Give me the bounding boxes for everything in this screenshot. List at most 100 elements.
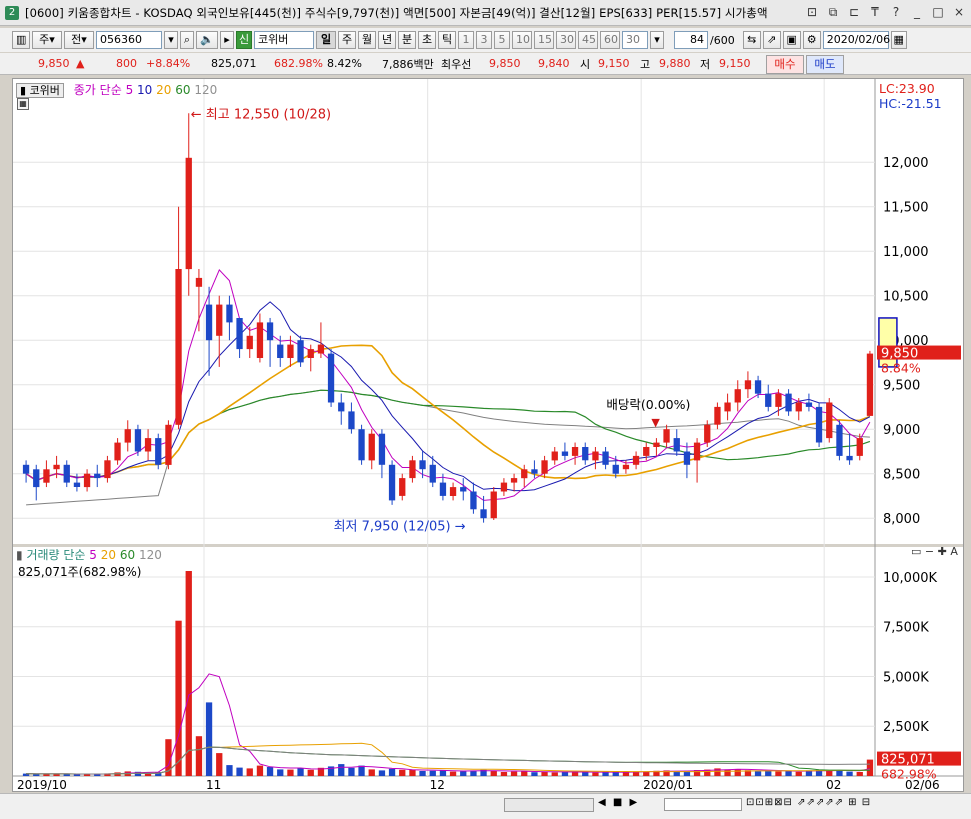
- candle-down: [439, 482, 447, 496]
- maximize-icon[interactable]: □: [930, 4, 946, 20]
- save-icon[interactable]: ▣: [782, 31, 801, 49]
- high-label: 고: [640, 57, 651, 71]
- volume-bar: [500, 772, 508, 776]
- speaker-icon[interactable]: 🔈: [196, 31, 218, 49]
- scrollbar[interactable]: [504, 798, 594, 812]
- dividend-arrow-icon: ▼: [651, 416, 660, 429]
- min-3[interactable]: 3: [476, 31, 492, 49]
- calendar-icon[interactable]: ▦: [890, 31, 907, 49]
- candle-up: [826, 402, 833, 439]
- candle-down: [561, 451, 569, 456]
- candle-up: [368, 433, 375, 461]
- tab-month[interactable]: 월: [358, 31, 376, 49]
- view-tools[interactable]: ⊡⊡⊞⊠⊟ ⇗⇗⇗⇗⇗ ⊞ ⊟: [746, 797, 871, 808]
- interval-dropdown-icon[interactable]: ▾: [650, 31, 664, 49]
- date-input[interactable]: 2020/02/06: [822, 31, 890, 49]
- candle-up: [124, 429, 131, 443]
- vol-ma60-line: [26, 746, 870, 775]
- volume-bar: [826, 770, 833, 776]
- window-pin-icon[interactable]: ⊏: [846, 4, 862, 20]
- tab-tick[interactable]: 틱: [438, 31, 456, 49]
- high-price: 9,880: [659, 57, 691, 70]
- stock-code-input[interactable]: 056360: [96, 31, 162, 49]
- tab-day[interactable]: 일: [316, 31, 336, 49]
- scroll-icon[interactable]: ⇆: [742, 31, 761, 49]
- x-tick-label: 12: [430, 778, 445, 791]
- candle-up: [704, 424, 711, 443]
- grid-icon[interactable]: ▦: [17, 98, 29, 110]
- window-link-icon[interactable]: ⧉: [825, 4, 841, 20]
- interval-input[interactable]: 30: [622, 31, 648, 49]
- candle-down: [683, 451, 691, 465]
- stock-tag[interactable]: ▮ 코위버: [16, 83, 64, 98]
- candle-down: [348, 411, 355, 430]
- ma10-line: [25, 301, 871, 492]
- candle-up: [571, 447, 579, 456]
- volume-bar: [205, 702, 213, 776]
- volume-bar: [358, 765, 365, 776]
- tab-second[interactable]: 초: [418, 31, 436, 49]
- price-legend: ▮ 코위버 종가 단순 5 10 20 60 120: [16, 81, 217, 98]
- min-45[interactable]: 45: [578, 31, 598, 49]
- volume-current: 825,071주(682.98%): [18, 565, 142, 579]
- chart-area[interactable]: 12,000 11,500 11,000 10,500 10,000 9,500 9,000…: [12, 78, 964, 792]
- title-bar: 2 [0600] 키움종합차트 - KOSDAQ 외국인보유[445(천)] 주…: [0, 0, 971, 26]
- period-select[interactable]: 주▾: [32, 31, 62, 49]
- volume-bar: [287, 769, 294, 776]
- prev-icon[interactable]: ▸: [220, 31, 234, 49]
- candle-up: [175, 269, 182, 425]
- min-1[interactable]: 1: [458, 31, 474, 49]
- volume-bar: [582, 772, 589, 776]
- code-dropdown-icon[interactable]: ▾: [164, 31, 178, 49]
- volume-tick-label: 2,500K: [883, 720, 929, 735]
- candle-down: [266, 322, 274, 341]
- min-60[interactable]: 60: [600, 31, 620, 49]
- candle-down: [155, 438, 162, 465]
- volume-bar: [765, 770, 772, 776]
- candle-up: [714, 406, 721, 425]
- market-select[interactable]: 전▾: [64, 31, 94, 49]
- candle-down: [460, 487, 467, 492]
- minimize-icon[interactable]: _: [909, 4, 925, 20]
- min-10[interactable]: 10: [512, 31, 532, 49]
- candle-down: [419, 460, 426, 470]
- tab-minute[interactable]: 분: [398, 31, 416, 49]
- tab-year[interactable]: 년: [378, 31, 396, 49]
- tab-week[interactable]: 주: [338, 31, 356, 49]
- count-input[interactable]: 84: [674, 31, 708, 49]
- help-icon[interactable]: ?: [888, 4, 904, 20]
- price-tick-label: 10,500: [883, 290, 929, 305]
- vma60-label: 60: [119, 548, 136, 562]
- window-option-icon[interactable]: ⊡: [804, 4, 820, 20]
- ma120-line: [26, 389, 870, 506]
- volume-bar: [734, 769, 741, 776]
- gear-icon[interactable]: ⚙: [802, 31, 821, 49]
- volume-bar: [236, 767, 243, 776]
- volume-bar: [490, 770, 497, 776]
- min-5[interactable]: 5: [494, 31, 510, 49]
- new-badge[interactable]: 신: [236, 31, 252, 49]
- buy-button[interactable]: 매수: [766, 55, 804, 74]
- trend-icon[interactable]: ⇗: [762, 31, 781, 49]
- min-30[interactable]: 30: [556, 31, 576, 49]
- zoom-slider[interactable]: [664, 798, 742, 811]
- volume-bar: [449, 771, 457, 776]
- search-icon[interactable]: ⌕: [180, 31, 194, 49]
- candle-up: [409, 460, 416, 479]
- volume-bar: [775, 771, 782, 776]
- close-icon[interactable]: ×: [951, 4, 967, 20]
- change-percent: +8.84%: [146, 57, 191, 70]
- layout-icon[interactable]: ▥: [12, 31, 30, 49]
- volume-legend: ▮ 거래량 단순 5 20 60 120: [16, 546, 162, 563]
- volume-ratio: 682.98%: [274, 57, 323, 70]
- current-price: 9,850: [38, 57, 70, 70]
- up-triangle-icon: ▲: [76, 57, 85, 70]
- candle-up: [83, 473, 91, 488]
- chart-canvas[interactable]: 12,00011,50011,00010,50010,0009,5009,000…: [13, 79, 963, 791]
- min-15[interactable]: 15: [534, 31, 554, 49]
- window-font-icon[interactable]: ₸: [867, 4, 883, 20]
- play-controls[interactable]: ◀ ■ ▶: [598, 797, 639, 808]
- panel-controls[interactable]: ▭ − ✚ A: [911, 545, 958, 558]
- bottom-bar: ◀ ■ ▶ ⊡⊡⊞⊠⊟ ⇗⇗⇗⇗⇗ ⊞ ⊟: [0, 793, 971, 819]
- sell-button[interactable]: 매도: [806, 55, 844, 74]
